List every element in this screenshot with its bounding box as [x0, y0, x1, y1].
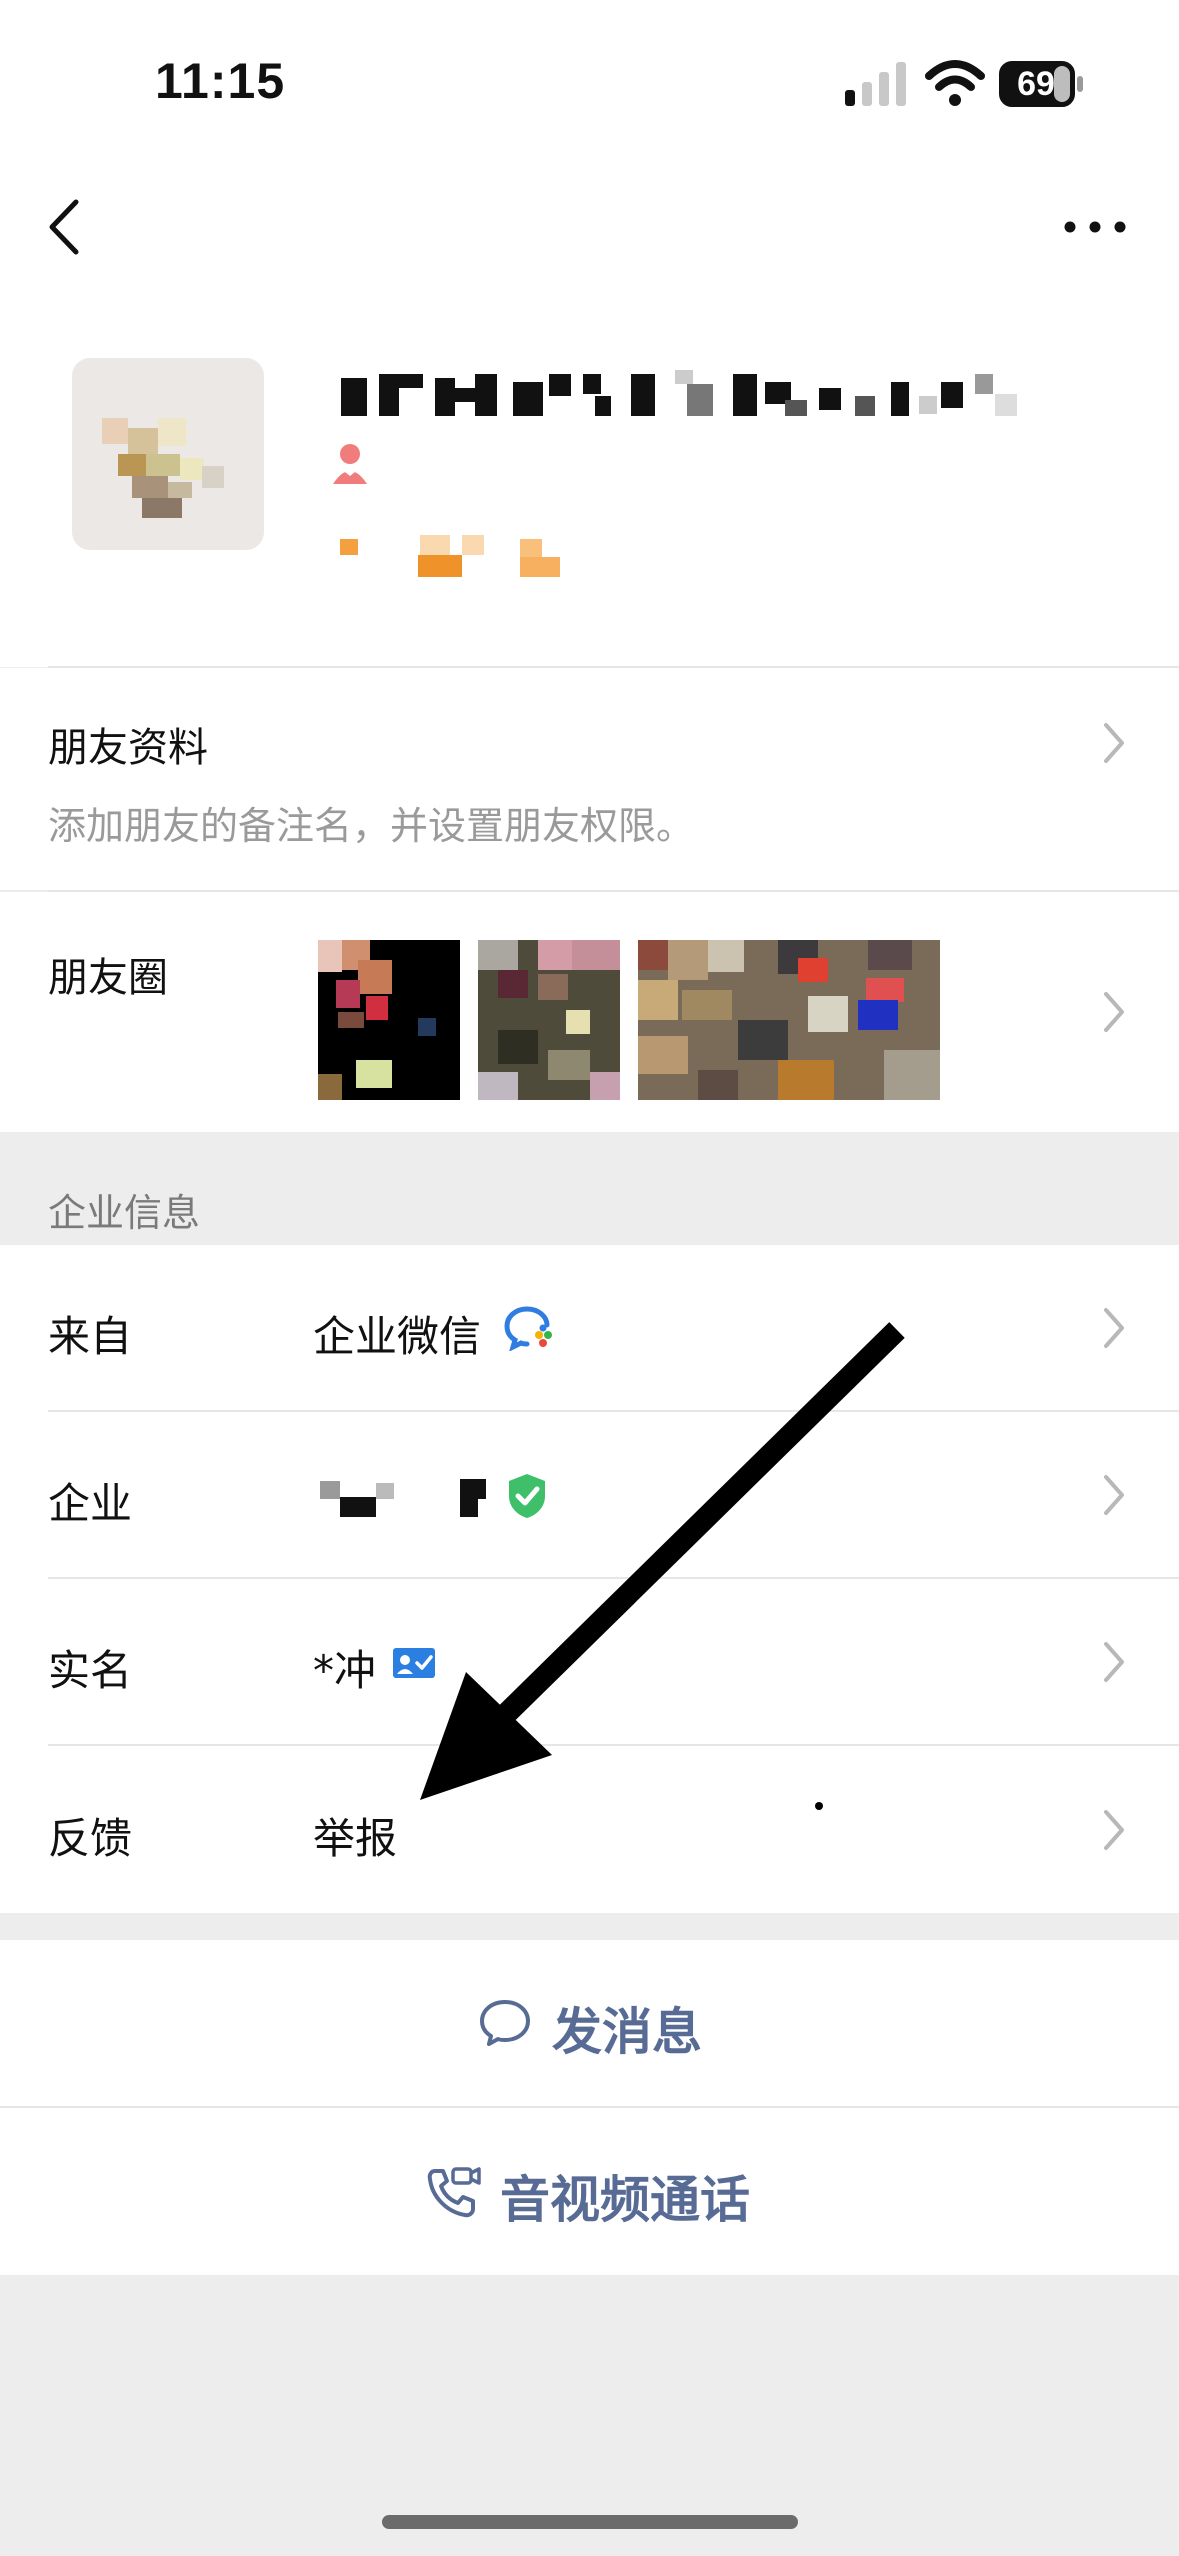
friend-info-title: 朋友资料: [48, 725, 208, 771]
region-redacted: [340, 535, 560, 577]
nav-bar: [0, 170, 1179, 300]
status-time: 11:15: [155, 53, 286, 109]
more-button[interactable]: [1060, 202, 1130, 252]
field-label: 实名: [48, 1646, 133, 1695]
field-label: 企业: [48, 1479, 133, 1528]
avatar[interactable]: [72, 358, 264, 550]
signal-icon: [845, 62, 906, 106]
id-card-icon: [393, 1648, 435, 1678]
battery-level: 69: [1017, 65, 1055, 103]
moment-thumbnail: [318, 940, 460, 1100]
friend-info-subtitle: 添加朋友的备注名，并设置朋友权限。: [48, 804, 695, 848]
ellipsis-icon: [1064, 221, 1126, 233]
enterprise-section-header: 企业信息: [48, 1191, 201, 1235]
video-call-icon: [427, 2167, 481, 2218]
moment-thumbnail: [478, 940, 620, 1100]
field-value: *冲: [313, 1646, 377, 1695]
moments-title: 朋友圈: [48, 955, 168, 1001]
friend-info-row[interactable]: [0, 668, 1179, 890]
home-indicator: [382, 2515, 798, 2529]
chevron-left-icon: [49, 199, 79, 255]
enterprise-row-company[interactable]: [0, 1412, 1179, 1578]
send-message-label: 发消息: [552, 2003, 702, 2061]
verified-shield-icon: [509, 1474, 545, 1518]
chat-bubble-icon: [480, 2000, 530, 2046]
enterprise-row-realname[interactable]: [0, 1579, 1179, 1745]
chevron-right-icon: [1104, 1308, 1124, 1348]
enterprise-row-feedback[interactable]: [0, 1746, 1179, 1912]
video-call-label: 音视频通话: [500, 2171, 750, 2229]
chevron-right-icon: [1104, 992, 1124, 1032]
female-icon: [333, 444, 367, 484]
chevron-right-icon: [1104, 723, 1124, 763]
moment-thumbnail: [638, 940, 940, 1100]
field-label: 反馈: [48, 1814, 133, 1863]
field-label: 来自: [48, 1312, 133, 1361]
company-name-redacted: [320, 1479, 486, 1517]
chevron-right-icon: [1104, 1475, 1124, 1515]
chevron-right-icon: [1104, 1642, 1124, 1682]
wifi-icon: [925, 60, 985, 106]
contact-name-redacted: [341, 370, 1017, 416]
enterprise-row-source[interactable]: [0, 1245, 1179, 1411]
field-value: 企业微信: [313, 1312, 482, 1361]
wecom-logo-icon: [504, 1306, 552, 1351]
back-button[interactable]: [40, 192, 90, 262]
report-link[interactable]: 举报: [313, 1805, 397, 1866]
chevron-right-icon: [1104, 1810, 1124, 1850]
